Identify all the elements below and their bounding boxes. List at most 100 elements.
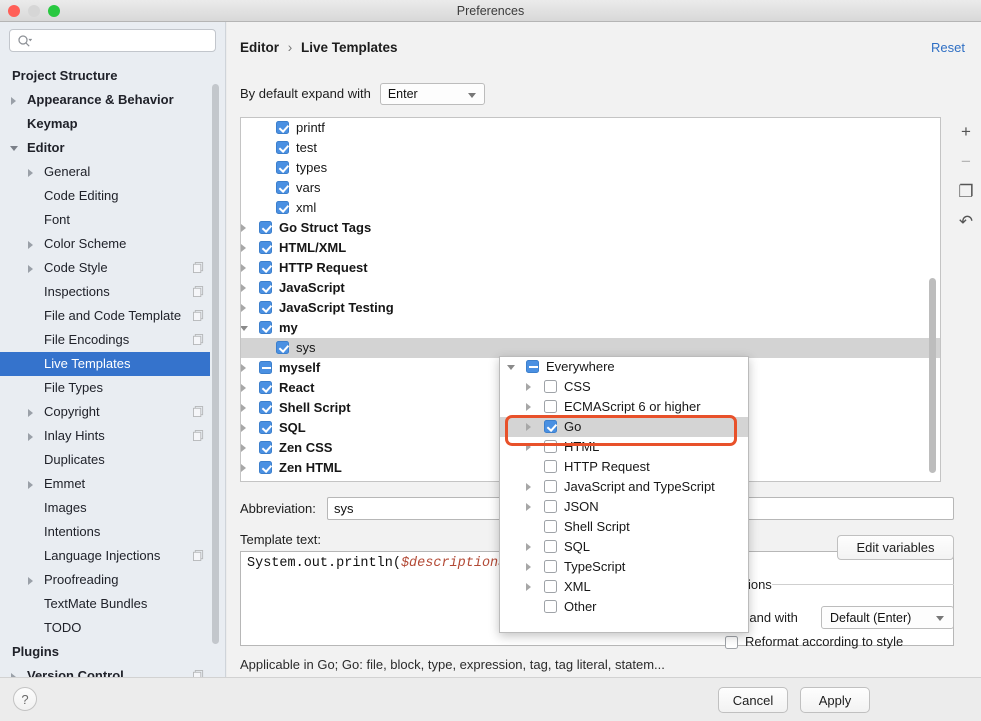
context-option[interactable]: HTTP Request [500,457,748,477]
sidebar-item-editor[interactable]: Editor [0,136,210,160]
sidebar-item-color-scheme[interactable]: Color Scheme [0,232,210,256]
chevron-right-icon[interactable] [526,563,531,571]
context-option-checkbox[interactable] [544,460,557,473]
context-option-checkbox[interactable] [544,580,557,593]
context-option[interactable]: TypeScript [500,557,748,577]
tree-row-checkbox[interactable] [259,281,272,294]
context-option-checkbox[interactable] [544,380,557,393]
sidebar-item-images[interactable]: Images [0,496,210,520]
search-input[interactable] [38,30,211,51]
chevron-right-icon[interactable] [241,244,246,252]
tree-row[interactable]: JavaScript [241,278,940,298]
cancel-button[interactable]: Cancel [718,687,788,713]
context-selection-popup[interactable]: Everywhere CSS ECMAScript 6 or higher Go HTM… [499,356,749,633]
chevron-right-icon[interactable] [526,503,531,511]
chevron-right-icon[interactable] [28,241,33,249]
sidebar-scrollbar[interactable] [212,84,219,644]
chevron-right-icon[interactable] [526,483,531,491]
sidebar-item-duplicates[interactable]: Duplicates [0,448,210,472]
sidebar-item-project-structure[interactable]: Project Structure [0,64,210,88]
context-option-checkbox[interactable] [544,520,557,533]
chevron-right-icon[interactable] [28,481,33,489]
chevron-down-icon[interactable] [507,365,515,370]
tree-row-checkbox[interactable] [259,361,272,374]
sidebar-item-font[interactable]: Font [0,208,210,232]
chevron-right-icon[interactable] [11,97,16,105]
tree-row[interactable]: my [241,318,940,338]
chevron-right-icon[interactable] [526,423,531,431]
tree-row-checkbox[interactable] [276,341,289,354]
sidebar-item-file-types[interactable]: File Types [0,376,210,400]
default-expand-select[interactable]: Enter [379,83,485,105]
add-button[interactable]: + [949,117,981,147]
chevron-right-icon[interactable] [241,444,246,452]
templates-tree-scrollbar[interactable] [929,278,936,473]
tree-row-checkbox[interactable] [276,141,289,154]
chevron-right-icon[interactable] [241,424,246,432]
sidebar-item-inspections[interactable]: Inspections [0,280,210,304]
chevron-right-icon[interactable] [28,433,33,441]
sidebar-item-inlay-hints[interactable]: Inlay Hints [0,424,210,448]
chevron-right-icon[interactable] [526,403,531,411]
chevron-right-icon[interactable] [241,404,246,412]
chevron-right-icon[interactable] [526,383,531,391]
duplicate-button[interactable]: ❐ [949,177,981,207]
chevron-right-icon[interactable] [28,169,33,177]
chevron-down-icon[interactable] [241,326,248,331]
tree-row-checkbox[interactable] [259,441,272,454]
sidebar-item-code-editing[interactable]: Code Editing [0,184,210,208]
description-input[interactable] [727,497,954,520]
context-option-checkbox[interactable] [526,360,539,373]
tree-row-checkbox[interactable] [259,421,272,434]
context-option[interactable]: CSS [500,377,748,397]
tree-row-checkbox[interactable] [276,161,289,174]
tree-row[interactable]: sys [241,338,940,358]
tree-row[interactable]: types [241,158,940,178]
chevron-right-icon[interactable] [28,409,33,417]
context-option-checkbox[interactable] [544,540,557,553]
context-option-checkbox[interactable] [544,600,557,613]
context-option[interactable]: Shell Script [500,517,748,537]
context-option[interactable]: SQL [500,537,748,557]
context-option[interactable]: XML [500,577,748,597]
sidebar-item-emmet[interactable]: Emmet [0,472,210,496]
tree-row-checkbox[interactable] [259,461,272,474]
sidebar-item-version-control[interactable]: Version Control [0,664,210,677]
tree-row-checkbox[interactable] [259,381,272,394]
context-option-checkbox[interactable] [544,400,557,413]
sidebar-item-proofreading[interactable]: Proofreading [0,568,210,592]
tree-row-checkbox[interactable] [276,201,289,214]
chevron-right-icon[interactable] [241,284,246,292]
reformat-checkbox[interactable] [725,636,738,649]
context-option-checkbox[interactable] [544,420,557,433]
breadcrumb-root[interactable]: Editor [240,40,279,55]
tree-row[interactable]: Go Struct Tags [241,218,940,238]
chevron-right-icon[interactable] [241,224,246,232]
context-option-checkbox[interactable] [544,440,557,453]
tree-row-checkbox[interactable] [276,181,289,194]
chevron-right-icon[interactable] [241,464,246,472]
sidebar-item-textmate-bundles[interactable]: TextMate Bundles [0,592,210,616]
tree-row[interactable]: JavaScript Testing [241,298,940,318]
revert-button[interactable]: ↶ [949,207,981,237]
remove-button[interactable]: − [949,147,981,177]
apply-button[interactable]: Apply [800,687,870,713]
tree-row-checkbox[interactable] [259,221,272,234]
tree-row-checkbox[interactable] [259,261,272,274]
context-option[interactable]: HTML [500,437,748,457]
context-option[interactable]: JavaScript and TypeScript [500,477,748,497]
chevron-right-icon[interactable] [241,264,246,272]
sidebar-item-live-templates[interactable]: Live Templates [0,352,210,376]
tree-row-checkbox[interactable] [259,401,272,414]
tree-row-checkbox[interactable] [259,321,272,334]
sidebar-item-intentions[interactable]: Intentions [0,520,210,544]
context-option[interactable]: ECMAScript 6 or higher [500,397,748,417]
sidebar-item-keymap[interactable]: Keymap [0,112,210,136]
tree-row-checkbox[interactable] [276,121,289,134]
sidebar-item-plugins[interactable]: Plugins [0,640,210,664]
sidebar-item-appearance-behavior[interactable]: Appearance & Behavior [0,88,210,112]
chevron-right-icon[interactable] [241,384,246,392]
tree-row[interactable]: HTML/XML [241,238,940,258]
tree-row[interactable]: xml [241,198,940,218]
sidebar-item-code-style[interactable]: Code Style [0,256,210,280]
